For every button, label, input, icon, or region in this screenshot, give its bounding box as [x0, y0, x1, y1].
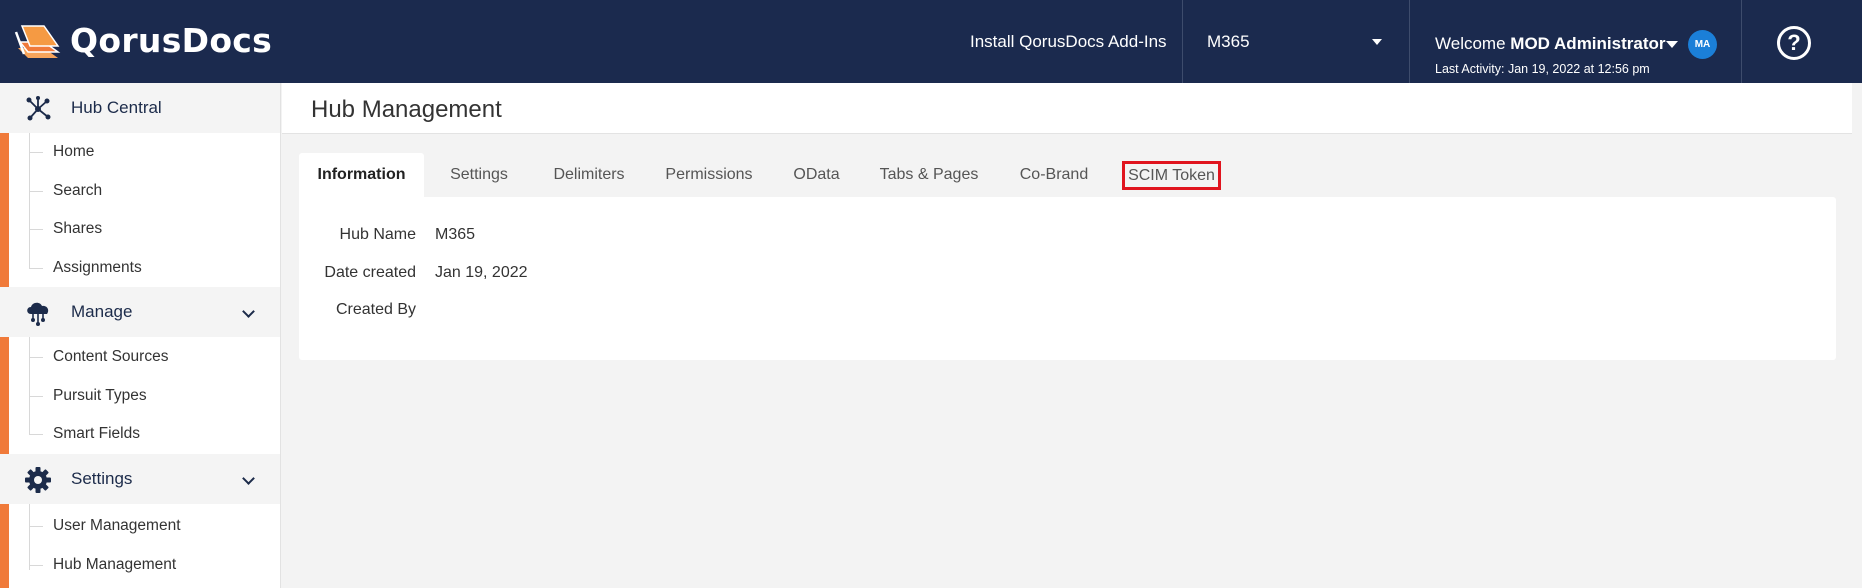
qorusdocs-logo-icon: [14, 25, 61, 58]
information-panel: [299, 197, 1836, 360]
install-addins-link[interactable]: Install QorusDocs Add-Ins: [970, 32, 1167, 52]
tree-tick: [29, 191, 43, 192]
last-activity: Last Activity: Jan 19, 2022 at 12:56 pm: [1435, 62, 1650, 76]
tree-tick: [29, 229, 43, 230]
tab-label: OData: [793, 166, 840, 183]
tree-tick: [29, 565, 43, 566]
sidebar-item-smart-fields[interactable]: Smart Fields: [53, 425, 140, 443]
tab-settings[interactable]: Settings: [424, 153, 534, 197]
caret-down-icon[interactable]: [1666, 41, 1678, 48]
sidebar-section-settings[interactable]: Settings: [0, 454, 280, 504]
hub-select[interactable]: M365: [1182, 0, 1409, 83]
tab-odata[interactable]: OData: [774, 153, 859, 197]
cloud-network-icon: [27, 302, 49, 326]
tab-information[interactable]: Information: [299, 153, 424, 197]
tab-label: Delimiters: [553, 166, 625, 183]
hub-select-value: M365: [1207, 31, 1250, 51]
sidebar-item-search[interactable]: Search: [53, 182, 102, 200]
sidebar-group-settings: User Management Hub Management: [0, 504, 280, 588]
section-accent-bar: [0, 133, 9, 287]
tab-scim-token[interactable]: SCIM Token: [1109, 153, 1234, 197]
user-menu[interactable]: Welcome MOD Administrator MA Last Activi…: [1410, 0, 1740, 83]
sidebar-section-label: Manage: [71, 302, 133, 321]
sidebar-group-manage: Content Sources Pursuit Types Smart Fiel…: [0, 337, 280, 454]
gear-icon: [25, 467, 51, 493]
tree-tick: [29, 152, 43, 153]
tab-tabs-pages[interactable]: Tabs & Pages: [859, 153, 999, 197]
tab-co-brand[interactable]: Co-Brand: [999, 153, 1109, 197]
tree-line: [29, 133, 30, 269]
help-icon[interactable]: ?: [1777, 26, 1811, 60]
section-accent-bar: [0, 337, 9, 454]
chevron-down-icon[interactable]: [242, 305, 255, 318]
tab-delimiters[interactable]: Delimiters: [534, 153, 644, 197]
avatar[interactable]: MA: [1688, 30, 1717, 59]
tab-label: SCIM Token: [1122, 160, 1221, 190]
welcome-text: Welcome MOD Administrator: [1435, 34, 1666, 54]
caret-down-icon: [1372, 39, 1382, 45]
sidebar-item-pursuit-types[interactable]: Pursuit Types: [53, 387, 147, 405]
hub-name-label: Hub Name: [339, 226, 416, 243]
user-name: MOD Administrator: [1510, 34, 1666, 53]
sidebar-item-shares[interactable]: Shares: [53, 220, 102, 238]
chevron-down-icon[interactable]: [242, 472, 255, 485]
sidebar-item-user-management[interactable]: User Management: [53, 517, 181, 535]
tree-tick: [29, 268, 43, 269]
sidebar: Hub Central Home Search Shares Assignmen…: [0, 83, 281, 588]
sidebar-item-hub-management[interactable]: Hub Management: [53, 556, 176, 574]
tree-tick: [29, 396, 43, 397]
sidebar-section-label: Settings: [71, 469, 133, 488]
created-by-label: Created By: [335, 301, 416, 318]
tab-label: Information: [317, 166, 406, 183]
header-divider: [1741, 0, 1742, 83]
tab-label: Tabs & Pages: [879, 166, 979, 183]
sidebar-section-label: Hub Central: [71, 98, 162, 117]
tab-label: Co-Brand: [1019, 166, 1089, 183]
logo[interactable]: QorusDocs: [14, 18, 272, 62]
sidebar-section-manage[interactable]: Manage: [0, 287, 280, 337]
page-header: [282, 83, 1852, 133]
tree-tick: [29, 434, 43, 435]
brand-name: QorusDocs: [70, 20, 273, 60]
hub-name-value: M365: [435, 226, 476, 243]
sidebar-item-assignments[interactable]: Assignments: [53, 259, 142, 277]
date-created-label: Date created: [324, 264, 416, 281]
top-bar: QorusDocs Install QorusDocs Add-Ins M365…: [0, 0, 1862, 83]
tab-label: Settings: [450, 166, 508, 183]
date-created-value: Jan 19, 2022: [435, 264, 528, 281]
tree-tick: [29, 526, 43, 527]
sidebar-section-hub-central[interactable]: Hub Central: [0, 83, 280, 133]
divider: [282, 133, 1852, 134]
tab-label: Permissions: [665, 166, 753, 183]
hub-network-icon: [26, 96, 51, 121]
sidebar-group-hub-central: Home Search Shares Assignments: [0, 133, 280, 287]
page-title: Hub Management: [311, 96, 502, 123]
tab-permissions[interactable]: Permissions: [644, 153, 774, 197]
section-accent-bar: [0, 504, 9, 588]
welcome-prefix: Welcome: [1435, 34, 1506, 53]
sidebar-item-home[interactable]: Home: [53, 143, 94, 161]
tree-tick: [29, 357, 43, 358]
tree-line: [29, 337, 30, 435]
tree-line: [29, 504, 30, 570]
sidebar-item-content-sources[interactable]: Content Sources: [53, 348, 168, 366]
